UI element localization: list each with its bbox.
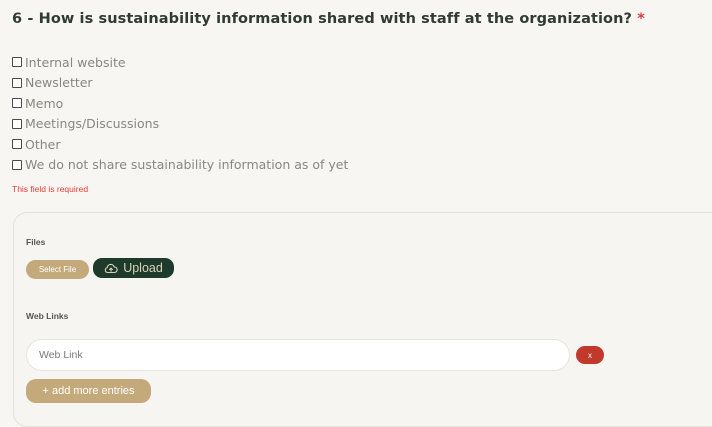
upload-button[interactable]: Upload: [93, 258, 174, 278]
cloud-upload-icon: [104, 263, 118, 274]
checkbox[interactable]: [12, 77, 22, 88]
checkbox[interactable]: [12, 57, 22, 68]
attachments-panel: Files Select File Upload Web Links x + a…: [13, 212, 712, 427]
option-label: Internal website: [25, 54, 126, 70]
web-links-label: Web Links: [26, 311, 69, 321]
question-title: 6 - How is sustainability information sh…: [12, 11, 645, 27]
option-memo[interactable]: Memo: [12, 93, 348, 114]
option-do-not-share[interactable]: We do not share sustainability informati…: [12, 155, 348, 176]
option-newsletter[interactable]: Newsletter: [12, 73, 348, 94]
option-label: Memo: [25, 95, 64, 111]
option-internal-website[interactable]: Internal website: [12, 52, 348, 73]
files-label: Files: [26, 237, 46, 247]
required-error-message: This field is required: [12, 184, 89, 194]
add-more-entries-button[interactable]: + add more entries: [26, 379, 151, 403]
option-label: Meetings/Discussions: [25, 116, 160, 132]
checkbox-group: Internal website Newsletter Memo Meeting…: [12, 52, 348, 175]
remove-link-button[interactable]: x: [576, 346, 604, 364]
checkbox[interactable]: [12, 159, 22, 170]
option-meetings-discussions[interactable]: Meetings/Discussions: [12, 114, 348, 135]
option-label: Other: [25, 136, 61, 152]
checkbox[interactable]: [12, 118, 22, 129]
required-asterisk: *: [637, 11, 645, 27]
checkbox[interactable]: [12, 98, 22, 109]
option-other[interactable]: Other: [12, 134, 348, 155]
option-label: Newsletter: [25, 75, 93, 91]
select-file-button[interactable]: Select File: [26, 260, 89, 279]
web-link-input[interactable]: [26, 339, 570, 371]
upload-button-label: Upload: [123, 261, 163, 275]
checkbox[interactable]: [12, 139, 22, 150]
option-label: We do not share sustainability informati…: [25, 157, 349, 173]
question-text: 6 - How is sustainability information sh…: [12, 11, 633, 27]
